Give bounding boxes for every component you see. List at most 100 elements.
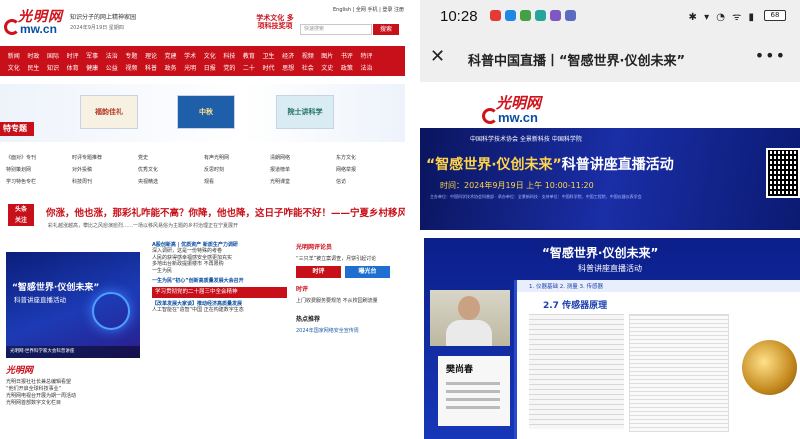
bottom-line-4[interactable]: 光明网首部数字文化栏目 <box>6 400 146 407</box>
news-portal-screenshot: 光明网 mw.cn 知识分子的网上精神家园 2024年9月19日 星期四 学术文… <box>0 0 405 439</box>
quick-link[interactable]: 对外投稿 <box>72 166 92 173</box>
nav-item[interactable]: 国际 <box>43 51 63 60</box>
nav-item[interactable]: 教育 <box>239 51 259 60</box>
quick-link[interactable]: 信访 <box>336 178 346 185</box>
right-news-column: 光明网评论员 “三只羊”被立案调查，月饼引起讨论 时评 曝光台 时评 上门收费服务… <box>296 242 400 334</box>
mid-red-banner[interactable]: 学习贯彻党的二十届三中全会精神 <box>152 287 287 298</box>
quick-link[interactable]: 报道榜单 <box>270 166 290 173</box>
nav-item[interactable]: 学术 <box>180 51 200 60</box>
bottom-line-3[interactable]: 光明网电视台开展为期一周活动 <box>6 393 146 400</box>
nav-item[interactable]: 法治 <box>357 63 377 72</box>
nav-item[interactable]: 党建 <box>161 51 181 60</box>
quick-link[interactable]: 清朗网络 <box>270 154 290 161</box>
quick-link[interactable]: 时评专题推荐 <box>72 154 102 161</box>
nav-item[interactable]: 党的 <box>220 63 240 72</box>
nav-item[interactable]: 公益 <box>102 63 122 72</box>
quick-link[interactable]: 央视精选 <box>138 178 158 185</box>
banner-promo-1[interactable]: 福韵佳礼 <box>80 95 138 129</box>
nav-item[interactable]: 知识 <box>43 63 63 72</box>
language-links[interactable]: English | 全网 手机 | 登录 注册 <box>333 6 404 13</box>
logo-g-icon <box>4 19 20 35</box>
top-headline: 头条 关注 你涨，他也涨，那彩礼咋能不高？你降，他也降，这日子咋能不好！——宁夏… <box>0 200 405 238</box>
quick-link[interactable]: 网络举报 <box>336 166 356 173</box>
nav-item[interactable]: 法治 <box>102 51 122 60</box>
nav-item[interactable]: 时评 <box>63 51 83 60</box>
feature-video-card[interactable]: “智感世界·仪创未来” 科普讲座直播活动 光明网·世界科学家大会科普讲座 <box>6 252 140 358</box>
mid-line-4[interactable]: 一生为民 <box>152 268 287 274</box>
status-bar: 10:28 ✱ ▾ ◔ ᯤ ▮ 68 <box>420 0 800 36</box>
mid-heading-2[interactable]: 一生为民“初心”创新高质量发展大会召开 <box>152 278 287 284</box>
quick-link[interactable]: 光明课堂 <box>270 178 290 185</box>
presentation-slide: 1. 仪器基础 2. 测量 3. 传感器 2.7 传感器原理 <box>514 280 800 439</box>
bottom-line-1[interactable]: 光明日报社社长兼总编辑看望 <box>6 379 146 386</box>
bottom-line-2[interactable]: “他们开启全球科技事业” <box>6 386 146 393</box>
headline-summary[interactable]: 彩礼越涨越高，攀比之风愈演愈烈……一场以移风易俗为主题的乡村治理正在宁夏展开 <box>48 222 238 229</box>
opinion-line[interactable]: 上门收费服务要规范 不从校园刷流量 <box>296 297 400 304</box>
mid-line-more[interactable]: 人工智能在“造智”中国 正在构建数字生态 <box>152 307 287 313</box>
quick-link[interactable]: 有声光明网 <box>204 154 229 161</box>
hot-line[interactable]: 2024年国家网络安全宣传周 <box>296 327 400 334</box>
quick-link[interactable]: 学习特色专栏 <box>6 178 36 185</box>
nav-item[interactable]: 专题 <box>122 51 142 60</box>
nav-item[interactable]: 健康 <box>82 63 102 72</box>
search-button[interactable]: 搜索 <box>373 24 399 35</box>
search-input[interactable]: 快速搜索 <box>300 24 372 35</box>
header-promo[interactable]: 学术文化 多项科技奖项 <box>255 14 295 30</box>
nav-item[interactable]: 科技 <box>220 51 240 60</box>
banner-promo-2[interactable]: 中秋 <box>177 95 235 129</box>
nav-item[interactable]: 文史 <box>318 63 338 72</box>
nav-item[interactable]: 视频 <box>298 51 318 60</box>
quick-link[interactable]: 东方文化 <box>336 154 356 161</box>
portal-header: 光明网 mw.cn 知识分子的网上精神家园 2024年9月19日 星期四 学术文… <box>0 0 405 44</box>
nav-item[interactable]: 科普 <box>141 63 161 72</box>
commentary-title[interactable]: 光明网评论员 <box>296 242 400 251</box>
commentary-line[interactable]: “三只羊”被立案调查，月饼引起讨论 <box>296 255 400 262</box>
quick-link[interactable]: 《面对》专刊 <box>6 154 36 161</box>
nav-item[interactable]: 二十 <box>239 63 259 72</box>
nav-item[interactable]: 特评 <box>357 51 377 60</box>
nav-item[interactable]: 卫生 <box>259 51 279 60</box>
speaker-info-line <box>446 390 500 393</box>
quick-link[interactable]: 观看 <box>204 178 214 185</box>
nav-item[interactable]: 政务 <box>161 63 181 72</box>
banner-organizers: 中国科学技术协会 全景新科技 中国科学院 <box>470 136 582 143</box>
nav-item[interactable]: 经济 <box>278 51 298 60</box>
more-icon[interactable]: ••• <box>755 46 786 65</box>
nav-item[interactable]: 文化 <box>4 63 24 72</box>
headline-title[interactable]: 你涨，他也涨，那彩礼咋能不高？你降，他也降，这日子咋能不好！——宁夏乡村移风易俗… <box>46 205 405 219</box>
nav-item[interactable]: 民生 <box>24 63 44 72</box>
nav-item[interactable]: 社会 <box>298 63 318 72</box>
speaker-camera-feed <box>430 290 510 346</box>
nav-item[interactable]: 时代 <box>259 63 279 72</box>
quick-link[interactable]: 科技周刊 <box>72 178 92 185</box>
hot-section-title[interactable]: 热点推荐 <box>296 314 400 323</box>
nav-item[interactable]: 光明 <box>180 63 200 72</box>
nav-item[interactable]: 军事 <box>82 51 102 60</box>
nav-item[interactable]: 理论 <box>141 51 161 60</box>
nav-item[interactable]: 图片 <box>318 51 338 60</box>
card-caption[interactable]: 光明网·世界科学家大会科普讲座 <box>6 346 140 358</box>
close-icon[interactable]: ✕ <box>430 46 445 67</box>
nav-item[interactable]: 视频 <box>122 63 142 72</box>
app-notify-icon <box>535 10 546 21</box>
nav-item[interactable]: 时政 <box>24 51 44 60</box>
bottom-logo[interactable]: 光明网 <box>6 367 146 376</box>
quick-link[interactable]: 党史 <box>138 154 148 161</box>
phone-site-logo: 光明网 mw.cn <box>478 92 568 130</box>
banner-promo-3[interactable]: 院士讲科学 <box>276 95 334 129</box>
nav-item[interactable]: 思想 <box>278 63 298 72</box>
nav-item[interactable]: 日报 <box>200 63 220 72</box>
nav-item[interactable]: 文化 <box>200 51 220 60</box>
nav-item[interactable]: 政策 <box>337 63 357 72</box>
headline-badge-line1: 头条 <box>14 206 27 213</box>
quick-link[interactable]: 反思时刻 <box>204 166 224 173</box>
opinion-section-title[interactable]: 时评 <box>296 284 400 293</box>
opinion-button[interactable]: 时评 <box>296 266 341 278</box>
nav-item[interactable]: 体育 <box>63 63 83 72</box>
nav-item[interactable]: 新闻 <box>4 51 24 60</box>
quick-link[interactable]: 特别策划网 <box>6 166 31 173</box>
quick-link[interactable]: 优秀文化 <box>138 166 158 173</box>
nav-item[interactable]: 书评 <box>337 51 357 60</box>
site-logo[interactable]: 光明网 mw.cn <box>4 6 64 38</box>
exposure-button[interactable]: 曝光台 <box>345 266 390 278</box>
